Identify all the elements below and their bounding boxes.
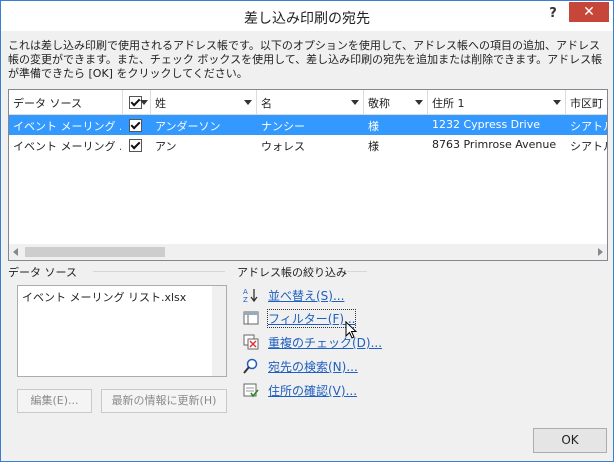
column-header-city[interactable]: 市区町 [566,90,607,115]
column-header-address[interactable]: 住所 1 [428,90,566,115]
dialog-title: 差し込み印刷の宛先 [244,11,370,27]
column-header-last-name[interactable]: 姓 [151,90,257,115]
scroll-thumb[interactable] [25,247,165,257]
svg-text:Z: Z [243,296,248,303]
row-checkbox[interactable] [129,119,142,132]
divider [93,271,225,272]
duplicate-icon [243,334,259,350]
column-header-first-name[interactable]: 名 [257,90,364,115]
edit-button[interactable]: 編集(E)... [17,389,92,413]
table-row[interactable]: イベント メーリング ... アンダーソン ナンシー 様 1232 Cypres… [9,115,607,135]
horizontal-scrollbar[interactable] [9,244,607,260]
vertical-scrollbar[interactable] [212,286,226,376]
table-row[interactable]: イベント メーリング ... アン ウォレス 様 8763 Primrose A… [9,135,607,155]
chevron-down-icon [351,100,359,105]
column-header-title[interactable]: 敬称 [364,90,428,115]
chevron-down-icon [140,100,148,105]
chevron-down-icon [553,100,561,105]
help-button[interactable]: ? [545,6,561,26]
ok-button[interactable]: OK [533,428,607,453]
recipients-grid[interactable]: データ ソース 姓 名 敬称 住所 1 市区町 イベント メーリング ... ア… [8,89,608,261]
datasource-list[interactable]: イベント メーリング リスト.xlsx [17,285,227,377]
sort-icon: A Z [243,288,258,303]
find-recipient-icon [243,358,258,374]
close-button[interactable]: ✕ [569,2,609,22]
chevron-down-icon [244,100,252,105]
divider [347,271,367,272]
scroll-left-icon[interactable] [13,248,18,256]
chevron-down-icon [415,100,423,105]
svg-text:A: A [243,288,248,296]
mail-merge-recipients-dialog: 差し込み印刷の宛先 ? ✕ これは差し込み印刷で使用されるアドレス帳です。以下の… [0,0,614,462]
row-checkbox[interactable] [129,139,142,152]
dialog-description: これは差し込み印刷で使用されるアドレス帳です。以下のオプションを使用して、アドレ… [8,39,603,80]
column-header-check[interactable] [123,90,151,115]
mouse-pointer-icon [345,321,357,339]
list-item[interactable]: イベント メーリング リスト.xlsx [22,289,186,305]
validate-address-icon [243,383,259,398]
title-bar: 差し込み印刷の宛先 ? ✕ [1,1,613,31]
datasource-section-label: データ ソース [8,266,77,279]
refresh-button[interactable]: 最新の情報に更新(H) [101,389,227,413]
column-header-source[interactable]: データ ソース [9,90,123,115]
refine-section-label: アドレス帳の絞り込み [237,266,347,279]
filter-icon [243,311,259,325]
scroll-right-icon[interactable] [598,248,603,256]
